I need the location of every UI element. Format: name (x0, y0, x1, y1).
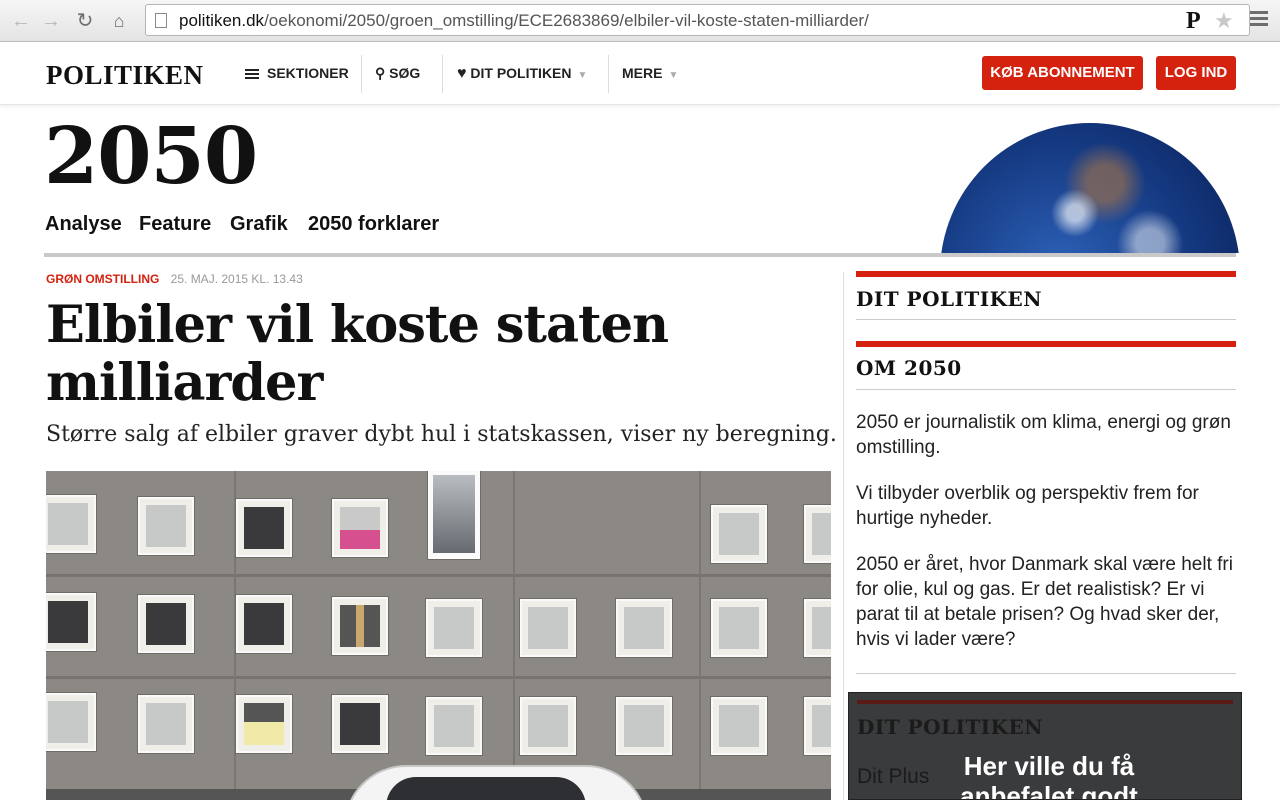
back-arrow-icon[interactable]: ← (8, 8, 34, 34)
sidebar-paragraph: 2050 er journalistik om klima, energi og… (856, 412, 1231, 458)
nav-search-label: SØG (389, 65, 421, 81)
politiken-logo[interactable]: POLITIKEN (46, 60, 204, 91)
sidebar-paragraph: 2050 er året, hvor Danmark skal være hel… (856, 554, 1233, 650)
bookmark-star-icon[interactable]: ★ (1214, 8, 1234, 34)
subnav-feature[interactable]: Feature (139, 213, 211, 236)
section-title[interactable]: 2050 (44, 118, 258, 196)
overlay-accent-bar (857, 700, 1233, 704)
sidebar-divider (856, 673, 1236, 674)
search-icon: ⚲ (375, 65, 386, 81)
headline-line: milliarder (46, 353, 323, 413)
heart-icon: ♥ (457, 65, 467, 82)
headline-line: Elbiler vil koste staten (46, 295, 669, 355)
sidebar-accent-bar (856, 271, 1236, 277)
column-divider (843, 272, 844, 800)
nav-dit-politiken-label: DIT POLITIKEN (470, 65, 572, 81)
hamburger-icon (245, 67, 259, 81)
sidebar-om-2050-title: OM 2050 (856, 356, 962, 380)
dit-politiken-overlay[interactable]: DIT POLITIKEN Dit Plus Her ville du få a… (848, 692, 1242, 800)
sidebar-divider (856, 319, 1236, 320)
article-photo (46, 471, 831, 800)
browser-menu-icon[interactable] (1250, 11, 1268, 29)
chevron-down-icon: ▼ (668, 70, 679, 81)
nav-divider (361, 55, 362, 93)
nav-divider (608, 55, 609, 93)
page-icon (155, 13, 167, 28)
subnav-analyse[interactable]: Analyse (45, 213, 122, 236)
article-headline: Elbiler vil koste staten milliarder (46, 296, 836, 412)
url-host: politiken.dk (179, 11, 265, 30)
nav-dit-politiken[interactable]: ♥ DIT POLITIKEN ▼ (457, 65, 587, 83)
extension-p-icon[interactable]: P (1186, 8, 1201, 35)
subnav-grafik[interactable]: Grafik (230, 213, 288, 236)
sidebar-divider (856, 389, 1236, 390)
article-meta: GRØN OMSTILLING 25. MAJ. 2015 KL. 13.43 (46, 272, 303, 286)
login-button[interactable]: LOG IND (1156, 56, 1236, 90)
site-header: POLITIKEN SEKTIONER ⚲ SØG ♥ DIT POLITIKE… (0, 43, 1280, 105)
earth-globe-image (940, 123, 1240, 253)
sidebar-dit-politiken-title[interactable]: DIT POLITIKEN (856, 287, 1042, 311)
url-text: politiken.dk/oekonomi/2050/groen_omstill… (179, 11, 869, 31)
nav-sektioner[interactable]: SEKTIONER (245, 65, 349, 81)
car-image (346, 767, 646, 800)
section-divider (44, 253, 1236, 257)
address-bar[interactable]: politiken.dk/oekonomi/2050/groen_omstill… (145, 4, 1250, 36)
url-path: /oekonomi/2050/groen_omstilling/ECE26838… (264, 11, 869, 30)
nav-sektioner-label: SEKTIONER (267, 65, 349, 81)
nav-divider (442, 55, 443, 93)
nav-search[interactable]: ⚲ SØG (375, 65, 420, 82)
article-date: 25. MAJ. 2015 KL. 13.43 (170, 272, 303, 286)
reload-icon[interactable]: ↻ (72, 8, 98, 34)
overlay-message: Her ville du få anbefalet godt (960, 751, 1138, 800)
browser-toolbar: ← → ↻ ⌂ politiken.dk/oekonomi/2050/groen… (0, 0, 1280, 42)
chevron-down-icon: ▼ (577, 70, 588, 81)
article-subtitle: Større salg af elbiler graver dybt hul i… (46, 422, 837, 447)
home-icon[interactable]: ⌂ (106, 8, 132, 34)
buy-subscription-button[interactable]: KØB ABONNEMENT (982, 56, 1143, 90)
overlay-subtitle: Dit Plus (857, 765, 930, 788)
nav-mere[interactable]: MERE ▼ (622, 65, 678, 81)
sidebar-paragraph: Vi tilbyder overblik og perspektiv frem … (856, 483, 1199, 529)
article-category[interactable]: GRØN OMSTILLING (46, 272, 159, 286)
overlay-title: DIT POLITIKEN (857, 715, 1044, 739)
subnav-2050-forklarer[interactable]: 2050 forklarer (308, 213, 439, 236)
forward-arrow-icon[interactable]: → (38, 8, 64, 34)
nav-mere-label: MERE (622, 65, 663, 81)
sidebar-accent-bar (856, 341, 1236, 347)
